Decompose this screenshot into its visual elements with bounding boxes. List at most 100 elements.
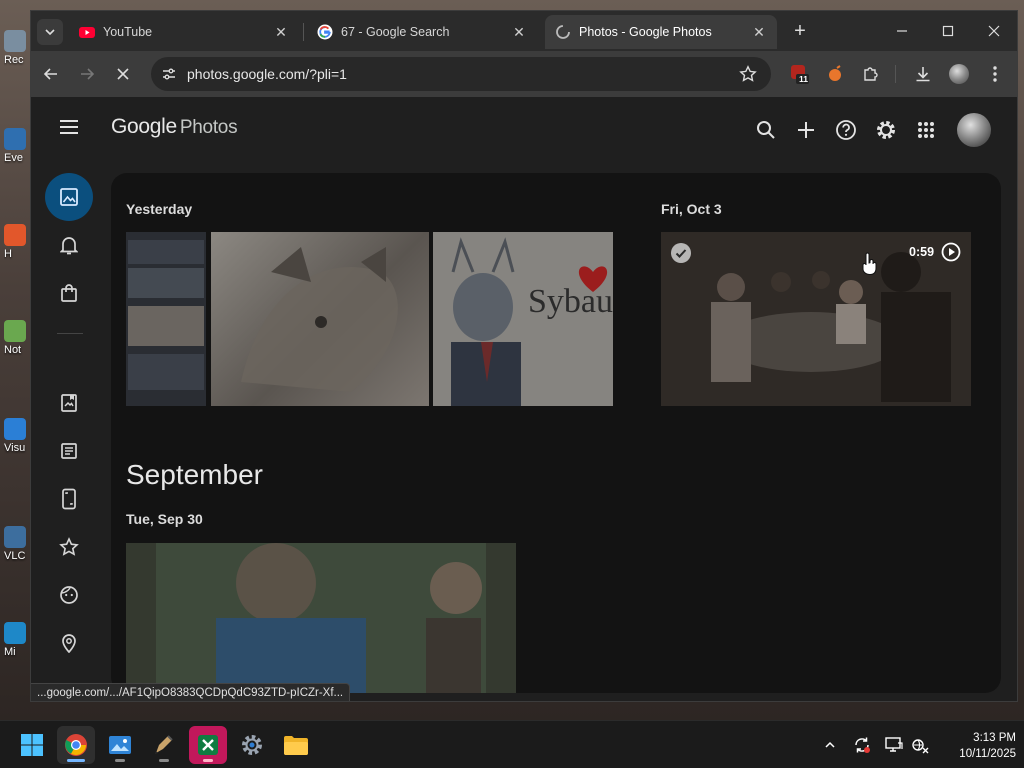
new-tab-button[interactable]: + <box>789 21 811 43</box>
photo-thumbnail[interactable] <box>126 543 516 693</box>
address-bar[interactable]: photos.google.com/?pli=1 <box>151 57 771 91</box>
hand-cursor-icon <box>862 252 877 276</box>
location-pin-icon <box>62 634 76 653</box>
tray-display[interactable] <box>884 735 904 755</box>
desktop-icon-vlc[interactable]: VLC <box>4 526 30 562</box>
close-window-button[interactable] <box>971 11 1017 51</box>
tray-network-volume[interactable] <box>910 735 930 755</box>
back-button[interactable] <box>39 62 63 86</box>
settings-button[interactable] <box>873 117 899 143</box>
rail-screenshots[interactable] <box>45 475 93 523</box>
video-duration: 0:59 <box>909 245 935 259</box>
start-button[interactable] <box>13 726 51 764</box>
taskbar-excel[interactable] <box>189 726 227 764</box>
screenshot-ui-block <box>128 268 204 298</box>
tab-google-photos[interactable]: Photos - Google Photos ✕ <box>545 15 777 49</box>
running-indicator <box>115 759 125 762</box>
google-apps-button[interactable] <box>913 117 939 143</box>
shopping-bag-icon <box>61 284 77 302</box>
forward-button[interactable] <box>75 62 99 86</box>
photo-thumbnail[interactable]: Sybau <box>433 232 613 406</box>
taskbar-photos-app[interactable] <box>101 726 139 764</box>
create-button[interactable] <box>793 117 819 143</box>
rail-people[interactable] <box>45 571 93 619</box>
desktop-icon-visual[interactable]: Visu <box>4 418 30 454</box>
google-photos-logo[interactable]: Google Photos <box>111 115 238 139</box>
taskbar-settings[interactable] <box>233 726 271 764</box>
rail-print-store[interactable] <box>45 269 93 317</box>
downloads-button[interactable] <box>911 62 935 86</box>
desktop-icon-label: Visu <box>4 442 26 454</box>
account-avatar[interactable] <box>957 113 991 147</box>
desktop-icon-mi[interactable]: Mi <box>4 622 30 658</box>
taskbar-chrome[interactable] <box>57 726 95 764</box>
browser-menu-button[interactable] <box>983 62 1007 86</box>
svg-text:Sybau: Sybau <box>528 283 613 320</box>
extensions-menu-button[interactable] <box>859 62 883 86</box>
desktop-icon-eve[interactable]: Eve <box>4 128 30 164</box>
bookmark-star-icon[interactable] <box>739 65 757 83</box>
chevron-up-icon <box>825 741 835 748</box>
close-icon <box>988 25 1000 37</box>
face-icon <box>60 586 78 604</box>
taskbar-paint[interactable] <box>145 726 183 764</box>
screenshot-ui-block <box>128 240 204 264</box>
running-indicator <box>203 759 213 762</box>
rail-documents[interactable] <box>45 427 93 475</box>
download-icon <box>916 67 930 82</box>
taskbar: 3:13 PM 10/11/2025 <box>0 720 1024 768</box>
select-checkbox-icon[interactable] <box>670 242 692 264</box>
photo-grid: Yesterday Sybau Fri, Oct 3 0:59 Septembe… <box>111 173 1001 693</box>
google-icon <box>317 24 333 40</box>
settings-icon <box>877 121 895 139</box>
screenshot-ui-block <box>128 306 204 346</box>
puzzle-icon <box>864 67 878 81</box>
star-icon <box>59 537 79 556</box>
rail-favorites[interactable] <box>45 523 93 571</box>
rail-albums[interactable] <box>45 379 93 427</box>
folder-icon <box>284 736 308 755</box>
show-hidden-icons-button[interactable] <box>820 735 840 755</box>
tab-google-search[interactable]: 67 - Google Search ✕ <box>307 15 537 49</box>
tab-separator <box>303 23 304 41</box>
help-button[interactable] <box>833 117 859 143</box>
desktop-icon-h[interactable]: H <box>4 224 30 260</box>
close-tab-icon[interactable]: ✕ <box>273 24 289 40</box>
maximize-button[interactable] <box>925 11 971 51</box>
tab-search-button[interactable] <box>37 19 63 45</box>
photo-thumbnail[interactable] <box>126 232 206 406</box>
navigation-rail <box>31 173 109 701</box>
desktop-icon-recycle-bin[interactable]: Rec <box>4 30 30 66</box>
paint-icon <box>155 735 173 754</box>
minimize-button[interactable] <box>879 11 925 51</box>
network-disconnected-icon <box>912 739 929 754</box>
artwork-image: Sybau <box>433 232 613 406</box>
rail-updates[interactable] <box>45 221 93 269</box>
rail-photos[interactable] <box>45 173 93 221</box>
close-tab-icon[interactable]: ✕ <box>751 24 767 40</box>
system-clock[interactable]: 3:13 PM 10/11/2025 <box>936 730 1020 762</box>
phone-screenshot-icon <box>62 488 76 510</box>
video-thumbnail[interactable]: 0:59 <box>661 232 971 406</box>
site-info-icon[interactable] <box>161 66 177 82</box>
extension-button[interactable]: 11 <box>787 62 811 86</box>
taskbar-file-explorer[interactable] <box>277 726 315 764</box>
profile-button[interactable] <box>947 62 971 86</box>
desktop-icon-notepad[interactable]: Not <box>4 320 30 356</box>
close-tab-icon[interactable]: ✕ <box>511 24 527 40</box>
arrow-left-icon <box>43 68 57 80</box>
photo-thumbnail[interactable] <box>211 232 429 406</box>
tray-sync[interactable] <box>852 735 872 755</box>
rail-places[interactable] <box>45 619 93 667</box>
search-button[interactable] <box>753 117 779 143</box>
help-icon <box>836 120 856 140</box>
play-circle-icon <box>941 242 961 262</box>
tab-youtube[interactable]: YouTube ✕ <box>69 15 299 49</box>
google-photos-app: Google Photos Yesterday Sybau Fri, Oct 3… <box>31 97 1017 701</box>
main-menu-button[interactable] <box>59 119 79 135</box>
chrome-icon <box>65 734 87 756</box>
bell-icon <box>60 237 78 255</box>
stop-loading-button[interactable] <box>111 62 135 86</box>
tab-title: 67 - Google Search <box>341 25 450 39</box>
extension-button-2[interactable] <box>823 62 847 86</box>
